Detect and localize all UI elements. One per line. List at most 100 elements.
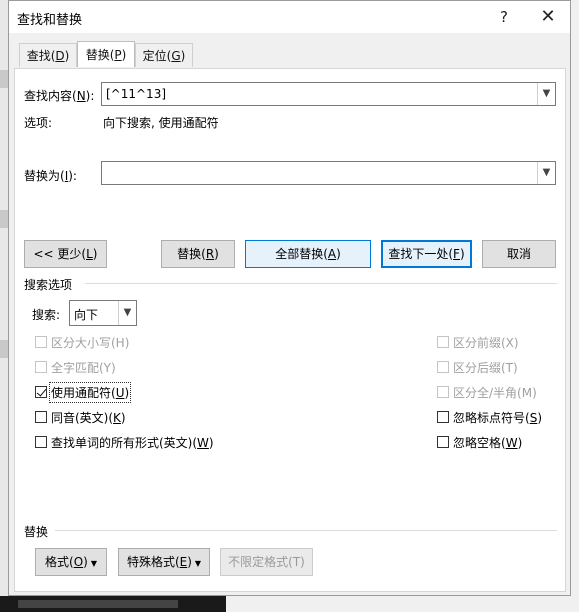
sounds-like-key: K xyxy=(113,411,121,425)
word-forms-end: ) xyxy=(208,436,214,450)
less-button-key: L xyxy=(86,247,93,261)
chevron-down-icon: ▼ xyxy=(542,88,551,99)
ignore-whitespace-text: 忽略空格( xyxy=(453,436,506,450)
less-button[interactable]: << 更少(L) xyxy=(24,240,107,268)
special-button-text: 特殊格式( xyxy=(126,555,180,569)
tab-goto-key: G xyxy=(171,49,181,63)
replace-all-button[interactable]: 全部替换(A) xyxy=(245,240,371,268)
use-wildcards-end: ) xyxy=(124,386,130,400)
cancel-button[interactable]: 取消 xyxy=(482,240,556,268)
tab-replace[interactable]: 替换(P) xyxy=(77,41,135,67)
replace-with-dropdown[interactable]: ▼ xyxy=(537,162,555,184)
find-next-button-text: 查找下一处( xyxy=(388,247,454,261)
tab-goto[interactable]: 定位(G) xyxy=(135,43,193,67)
replace-section-heading: 替换 xyxy=(24,525,49,539)
help-icon: ? xyxy=(500,8,508,26)
less-button-end: ) xyxy=(92,247,98,261)
match-width-checkbox[interactable] xyxy=(437,386,449,398)
search-options-heading: 搜索选项 xyxy=(24,278,73,292)
replace-with-input[interactable]: ▼ xyxy=(101,161,556,185)
less-button-text: << 更少( xyxy=(33,247,87,261)
format-button[interactable]: 格式(O) ▼ xyxy=(35,548,107,576)
sounds-like-text: 同音(英文)( xyxy=(51,411,114,425)
special-button[interactable]: 特殊格式(E) ▼ xyxy=(118,548,210,576)
sounds-like-label: 同音(英文)(K) xyxy=(51,409,126,426)
replace-panel: 查找内容(N): [^11^13] ▼ 选项: 向下搜索, 使用通配符 替换为(… xyxy=(14,68,566,592)
ignore-punctuation-checkbox[interactable] xyxy=(437,411,449,423)
find-next-button-key: F xyxy=(453,247,460,261)
use-wildcards-label: 使用通配符(U) xyxy=(48,382,132,403)
tab-goto-text: 定位( xyxy=(142,49,172,63)
sounds-like-checkbox[interactable] xyxy=(35,411,47,423)
replace-button[interactable]: 替换(R) xyxy=(161,240,235,268)
caret-down-icon: ▼ xyxy=(194,559,202,568)
tab-find-end: ) xyxy=(64,49,70,63)
options-value: 向下搜索, 使用通配符 xyxy=(103,116,219,130)
word-forms-checkbox[interactable] xyxy=(35,436,47,448)
whole-word-checkbox[interactable] xyxy=(35,361,47,373)
find-next-button-end: ) xyxy=(459,247,465,261)
title-bar: 查找和替换 ? ✕ xyxy=(9,1,570,33)
replace-all-button-end: ) xyxy=(336,247,341,261)
replace-button-end: ) xyxy=(214,247,219,261)
search-direction-label-text: 搜索 xyxy=(32,308,57,322)
tab-find-text: 查找( xyxy=(26,49,56,63)
chevron-down-icon: ▼ xyxy=(542,167,551,178)
find-what-dropdown[interactable]: ▼ xyxy=(537,83,555,105)
match-suffix-checkbox[interactable] xyxy=(437,361,449,373)
match-prefix-checkbox[interactable] xyxy=(437,336,449,348)
find-what-value: [^11^13] xyxy=(106,87,167,101)
search-options-divider xyxy=(85,283,557,284)
ignore-whitespace-label: 忽略空格(W) xyxy=(453,434,522,451)
replace-button-key: R xyxy=(205,247,215,261)
background-app-mark xyxy=(0,340,8,358)
find-what-label: 查找内容(N): xyxy=(24,87,94,104)
replace-button-text: 替换( xyxy=(177,247,206,261)
whole-word-label: 全字匹配(Y) xyxy=(51,361,116,375)
tab-replace-text: 替换( xyxy=(85,48,115,62)
ignore-whitespace-key: W xyxy=(505,436,518,450)
search-direction-select[interactable]: 向下 ▼ xyxy=(69,300,137,326)
replace-with-label-end: ): xyxy=(68,169,77,183)
ignore-whitespace-end: ) xyxy=(517,436,523,450)
options-label: 选项: xyxy=(24,116,53,130)
use-wildcards-text: 使用通配符( xyxy=(51,386,116,400)
tab-replace-key: P xyxy=(114,48,122,62)
background-app-edge xyxy=(0,0,8,612)
replace-with-label: 替换为(I): xyxy=(24,167,77,184)
format-button-text: 格式( xyxy=(45,555,74,569)
find-what-label-end: ): xyxy=(85,89,95,103)
ignore-punctuation-text: 忽略标点符号( xyxy=(453,411,530,425)
find-replace-dialog: 查找和替换 ? ✕ 查找(D) 替换(P) 定位(G) 查找内容(N): [^1… xyxy=(8,0,571,596)
format-button-key: O xyxy=(73,555,84,569)
search-direction-label: 搜索: xyxy=(32,306,60,323)
match-width-label: 区分全/半角(M) xyxy=(453,386,537,400)
replace-section-divider xyxy=(55,530,557,531)
match-prefix-label: 区分前缀(X) xyxy=(453,336,519,350)
caret-down-icon: ▼ xyxy=(90,559,97,568)
find-next-button[interactable]: 查找下一处(F) xyxy=(381,240,472,268)
replace-with-label-text: 替换为( xyxy=(24,169,65,183)
find-what-input[interactable]: [^11^13] ▼ xyxy=(101,82,556,106)
close-icon: ✕ xyxy=(540,6,556,27)
use-wildcards-checkbox[interactable] xyxy=(35,386,47,398)
match-case-checkbox[interactable] xyxy=(35,336,47,348)
tab-find[interactable]: 查找(D) xyxy=(19,43,77,67)
word-forms-key: W xyxy=(197,436,209,450)
help-button[interactable]: ? xyxy=(489,5,519,29)
format-button-end: ) xyxy=(83,555,88,569)
search-direction-label-end: : xyxy=(56,308,61,322)
match-suffix-label: 区分后缀(T) xyxy=(453,361,518,375)
no-formatting-button[interactable]: 不限定格式(T) xyxy=(220,548,313,576)
find-what-label-key: N xyxy=(76,89,86,103)
tab-goto-end: ) xyxy=(180,49,186,63)
close-button[interactable]: ✕ xyxy=(533,5,563,29)
chevron-down-icon: ▼ xyxy=(123,307,132,318)
background-app-mark xyxy=(0,210,8,228)
find-what-label-text: 查找内容( xyxy=(24,89,77,103)
search-direction-dropdown[interactable]: ▼ xyxy=(118,301,136,325)
special-button-end: ) xyxy=(187,555,192,569)
replace-all-button-key: A xyxy=(327,247,337,261)
replace-all-button-text: 全部替换( xyxy=(275,247,328,261)
ignore-whitespace-checkbox[interactable] xyxy=(437,436,449,448)
